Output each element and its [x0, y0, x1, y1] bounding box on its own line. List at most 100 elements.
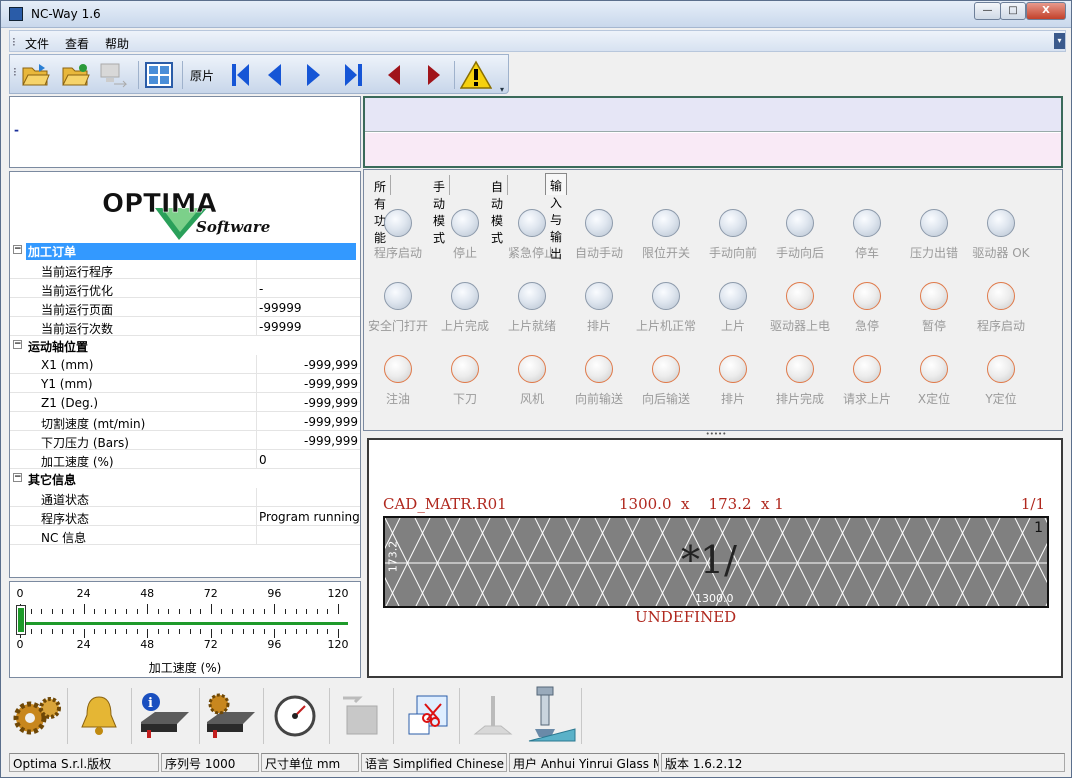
first-sheet-icon[interactable] — [224, 59, 256, 91]
menu-overflow-icon[interactable]: ▾ — [1054, 33, 1065, 49]
slider-tick-mark — [200, 609, 202, 614]
slider-thumb[interactable] — [16, 605, 26, 635]
tree-row[interactable]: NC 信息 — [10, 526, 360, 545]
tree-row[interactable]: 通道状态 — [10, 488, 360, 507]
slider-tick-mark — [168, 629, 170, 634]
tree-row[interactable]: 程序状态 Program running — [10, 507, 360, 526]
slider-tick-mark — [295, 609, 297, 614]
led-icon — [652, 282, 680, 310]
tree-row[interactable]: Y1 (mm) -999,999 — [10, 374, 360, 393]
previous-sheet-icon[interactable] — [258, 59, 290, 91]
slider-tick-mark — [285, 609, 286, 614]
led-icon — [518, 282, 546, 310]
machine-settings-icon[interactable] — [203, 686, 259, 746]
open-folder-icon[interactable] — [20, 59, 52, 91]
app-icon — [9, 7, 23, 21]
slider-tick-mark — [126, 629, 127, 634]
slider-tick-mark — [41, 609, 43, 614]
io-label: 上片 — [720, 319, 745, 333]
collapse-icon[interactable]: − — [13, 473, 22, 482]
slider-tick-mark — [327, 609, 329, 614]
tab-3[interactable]: 输入与输出 — [545, 173, 568, 261]
slider-tick-mark — [62, 609, 64, 614]
io-label: 紧急停止 — [507, 246, 556, 260]
tab-0[interactable]: 所有功能 — [370, 175, 392, 245]
io-label: Y定位 — [985, 392, 1017, 406]
export-disabled-icon[interactable] — [333, 686, 389, 746]
svg-text:Software: Software — [196, 218, 270, 236]
tree-section-header[interactable]: − 加工订单 — [10, 241, 360, 260]
led-icon — [585, 209, 613, 237]
slider-tick-mark — [147, 604, 149, 614]
io-indicator: 压力出错 — [899, 209, 969, 261]
tree-row[interactable]: 当前运行页面 -99999 — [10, 298, 360, 317]
slider-tick-mark — [242, 609, 244, 614]
tree-row-key: 当前运行页面 — [41, 303, 114, 317]
tree-row[interactable]: 当前运行次数 -99999 — [10, 317, 360, 336]
cut-window-icon[interactable] — [399, 686, 455, 746]
layout-grid-icon[interactable] — [143, 59, 175, 91]
menu-help[interactable]: 帮助 — [105, 35, 129, 52]
led-icon — [920, 282, 948, 310]
tree-row[interactable]: 当前运行程序 — [10, 260, 360, 279]
warning-icon[interactable] — [460, 59, 492, 91]
slider-tick-mark — [94, 629, 96, 634]
material-label: UNDEFINED — [635, 608, 737, 626]
status-user: 用户 Anhui Yinrui Glass Ma — [509, 753, 659, 772]
pressure-gauge-icon[interactable] — [267, 686, 323, 746]
io-label: 压力出错 — [909, 246, 958, 260]
collapse-icon[interactable]: − — [13, 245, 22, 254]
splitter-grip-icon[interactable]: ••••• — [696, 431, 736, 438]
send-to-machine-icon[interactable] — [98, 59, 130, 91]
next-red-icon[interactable] — [418, 59, 450, 91]
slider-tick-label: 48 — [140, 587, 155, 600]
slider-tick-mark — [157, 629, 159, 634]
tab-1[interactable]: 手动模式 — [429, 175, 451, 245]
tree-row[interactable]: Z1 (Deg.) -999,999 — [10, 393, 360, 412]
tree-row-value: -999,999 — [304, 358, 358, 372]
close-button[interactable]: X — [1026, 2, 1066, 20]
collapse-icon[interactable]: − — [13, 340, 22, 349]
tab-2[interactable]: 自动模式 — [487, 175, 509, 245]
maximize-button[interactable]: □ — [1000, 2, 1026, 20]
slider-tick-label: 24 — [76, 587, 91, 600]
bell-icon[interactable] — [71, 686, 127, 746]
cad-dimensions: 1300.0 x 173.2 x 1 — [619, 495, 784, 513]
toolbar-overflow-icon[interactable]: ▾ — [500, 85, 504, 94]
tree-row-key: 切割速度 (mt/min) — [41, 417, 146, 431]
minimize-button[interactable]: — — [974, 2, 1001, 20]
io-indicator: 请求上片 — [832, 355, 902, 407]
io-indicator: Y定位 — [966, 355, 1036, 407]
cutter-head-disabled-icon[interactable] — [465, 686, 521, 746]
led-icon — [384, 282, 412, 310]
tree-row-key: 通道状态 — [41, 493, 90, 507]
status-panels — [363, 96, 1063, 168]
previous-red-icon[interactable] — [378, 59, 410, 91]
cutter-head-icon[interactable] — [523, 686, 579, 746]
glass-sheet[interactable]: *1/ 1300.0 173.2 1 — [383, 516, 1049, 608]
last-sheet-icon[interactable] — [338, 59, 370, 91]
cad-viewer[interactable]: CAD_MATR.R01 1300.0 x 173.2 x 1 1/1 *1/ … — [367, 438, 1063, 678]
tree-row-key: X1 (mm) — [41, 358, 94, 372]
tree-row-value: - — [259, 282, 264, 296]
tree-row[interactable]: 切割速度 (mt/min) -999,999 — [10, 412, 360, 431]
menu-file[interactable]: 文件 — [25, 35, 49, 52]
tree-section-header[interactable]: − 运动轴位置 — [10, 336, 360, 355]
tree-row[interactable]: 当前运行优化 - — [10, 279, 360, 298]
led-icon — [853, 355, 881, 383]
machine-info-icon[interactable]: i — [137, 686, 193, 746]
next-sheet-icon[interactable] — [298, 59, 330, 91]
tree-row[interactable]: 加工速度 (%) 0 — [10, 450, 360, 469]
slider-tick-mark — [168, 609, 170, 614]
gears-icon[interactable] — [9, 686, 65, 746]
slider-tick-label: 0 — [16, 587, 24, 600]
slider-tick-mark — [274, 604, 276, 614]
slider-tick-mark — [285, 629, 286, 634]
tree-row[interactable]: 下刀压力 (Bars) -999,999 — [10, 431, 360, 450]
tree-row[interactable]: X1 (mm) -999,999 — [10, 355, 360, 374]
tree-section-header[interactable]: − 其它信息 — [10, 469, 360, 488]
menu-view[interactable]: 查看 — [65, 35, 89, 52]
open-folder-network-icon[interactable] — [60, 59, 92, 91]
slider-tick-mark — [253, 629, 255, 634]
piece-label: *1/ — [681, 538, 737, 582]
